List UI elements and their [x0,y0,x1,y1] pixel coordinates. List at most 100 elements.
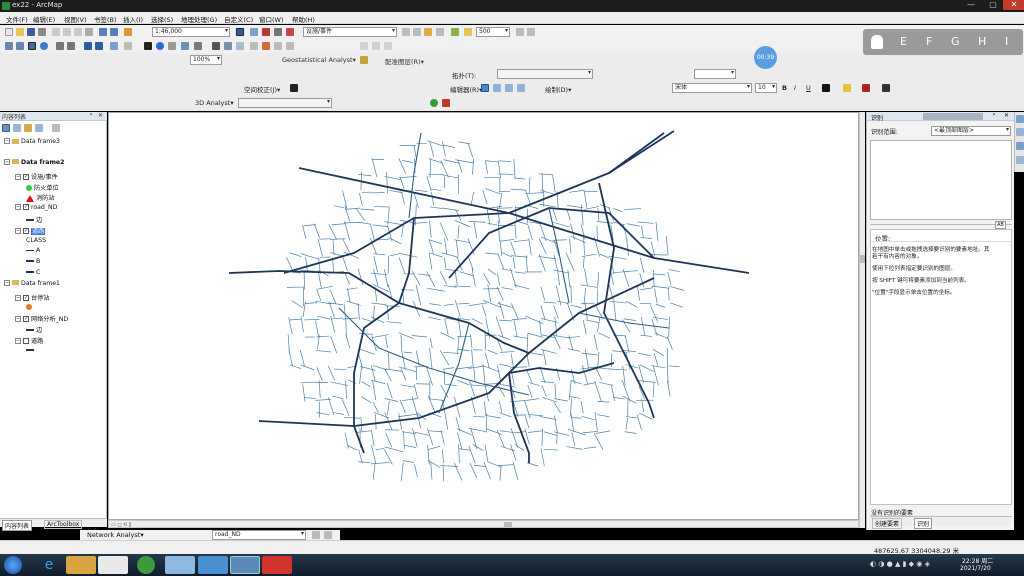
layer-checkbox[interactable]: ✓ [22,173,29,180]
font-size-combo[interactable]: 10 [755,83,777,93]
expand-icon[interactable]: − [15,204,21,211]
toc-item[interactable]: − ✓ 台停站 [15,293,50,302]
menu-help[interactable]: 帮助(H) [292,14,315,24]
python-icon[interactable] [274,28,282,36]
find-icon[interactable] [212,42,220,50]
tool-a-icon[interactable] [516,28,524,36]
layer-checkbox[interactable]: ✓ [22,294,29,301]
save-icon[interactable] [27,28,35,36]
na-tool-2-icon[interactable] [413,28,421,36]
network-analyst-menu[interactable]: Network Analyst▾ [87,531,144,539]
georeferencing-menu[interactable]: 配准图层(R)▾ [385,56,424,66]
select-features-icon[interactable] [110,42,118,50]
toc-item[interactable]: − Data frame2 [4,158,64,166]
redo-icon[interactable] [110,28,118,36]
full-extent-icon[interactable] [40,42,48,50]
geostatistical-analyst-menu[interactable]: Geostatistical Analyst▾ [282,56,356,64]
na-window-toggle-icon[interactable] [324,531,332,539]
road-network-map[interactable] [109,113,858,519]
line-color-icon[interactable] [862,84,870,92]
splitter[interactable] [870,224,1012,225]
toc-item[interactable] [26,303,32,311]
toc-item[interactable]: C [26,269,40,276]
add-data-icon[interactable] [124,28,132,36]
edit-tool-icon[interactable] [481,84,489,92]
expand-icon[interactable]: − [4,138,10,144]
system-tray-icons[interactable]: ◐ ◑ ● ▲ ▮ ◆ ◉ ◈ [870,560,950,570]
adjust-select-icon[interactable] [290,84,298,92]
editor-menu[interactable]: 编辑器(R)▾ [450,84,482,94]
close-button[interactable]: ✕ [1003,0,1024,10]
paste-icon[interactable] [74,28,82,36]
flicker-icon[interactable] [286,42,294,50]
toolbox-icon[interactable] [262,28,270,36]
media-player-taskbar-icon[interactable] [98,556,128,574]
identify-expand-button[interactable]: AB [995,221,1006,229]
recorder-taskbar-icon[interactable] [262,556,292,574]
layer-checkbox[interactable]: ✓ [22,204,29,211]
3d-globe-icon[interactable] [430,99,438,107]
na-dock-icon[interactable] [1016,156,1024,164]
layer-checkbox[interactable]: ✓ [22,227,29,234]
layer-checkbox[interactable]: ✓ [22,316,29,323]
arcmap-taskbar-icon[interactable] [230,556,260,574]
scale-combo[interactable]: 1:46,000 [152,27,230,37]
scroll-thumb-v[interactable] [860,255,865,263]
hyperlink-icon[interactable] [168,42,176,50]
menu-insert[interactable]: 插入(I) [123,14,143,24]
toc-item[interactable]: 消防站 [26,193,55,202]
start-button-icon[interactable] [4,556,22,574]
toc-item[interactable]: − Data frame1 [4,279,60,287]
layer-checkbox[interactable] [22,338,29,344]
expand-icon[interactable]: − [15,338,21,344]
na-tool-5-icon[interactable] [451,28,459,36]
search-dock-icon[interactable] [1016,128,1024,136]
endpoint-arc-icon[interactable] [505,84,513,92]
tab-create-features[interactable]: 创建要素 [872,518,903,529]
tab-arctoolbox[interactable]: ArcToolbox [44,520,83,529]
clear-selection-icon[interactable] [124,42,132,50]
tab-contents[interactable]: 内容列表 [2,520,33,531]
list-by-source-icon[interactable] [13,124,21,132]
toc-item[interactable]: 边 [26,325,42,334]
menu-geoprocessing[interactable]: 地理处理(G) [181,14,217,24]
zoom-out-icon[interactable] [16,42,24,50]
spatial-adjustment-menu[interactable]: 空间校正(J)▾ [244,84,280,94]
toc-item[interactable]: 边 [26,215,42,224]
list-by-drawing-order-icon[interactable] [2,124,10,132]
map-vertical-scrollbar[interactable] [859,112,865,528]
expand-icon[interactable]: − [15,173,21,180]
identify-from-combo[interactable]: <最顶部图层> [931,126,1011,136]
fixed-zoom-out-icon[interactable] [67,42,75,50]
menu-customize[interactable]: 自定义(C) [224,14,253,24]
list-by-visibility-icon[interactable] [24,124,32,132]
expand-icon[interactable]: − [4,158,10,165]
tool-b-icon[interactable] [527,28,535,36]
identify-icon[interactable] [156,42,164,50]
ie-taskbar-icon[interactable]: e [34,556,64,574]
delete-icon[interactable] [85,28,93,36]
create-viewer-icon[interactable] [262,42,270,50]
time-slider-icon[interactable] [250,42,258,50]
model-builder-icon[interactable] [286,28,294,36]
topology-combo[interactable] [497,69,593,79]
minimize-button[interactable]: — [960,0,982,10]
notes-taskbar-icon[interactable] [198,556,228,574]
trace-icon[interactable] [517,84,525,92]
toc-item[interactable]: CLASS [26,237,46,244]
forward-icon[interactable] [95,42,103,50]
menu-bookmarks[interactable]: 书签(B) [94,14,117,24]
3d-layer-combo[interactable] [238,98,332,108]
map-display[interactable] [108,112,859,520]
fixed-zoom-in-icon[interactable] [56,42,64,50]
toc-item[interactable] [26,347,34,354]
html-popup-icon[interactable] [181,42,189,50]
na-solve-icon[interactable] [372,42,380,50]
zoom-level-combo[interactable]: 500 [476,27,510,37]
na-directions-icon[interactable] [384,42,392,50]
undo-icon[interactable] [99,28,107,36]
toc-options-icon[interactable] [52,124,60,132]
toc-item[interactable]: B [26,258,40,265]
expand-icon[interactable]: − [4,279,10,286]
maximize-button[interactable]: ▢ [982,0,1004,10]
